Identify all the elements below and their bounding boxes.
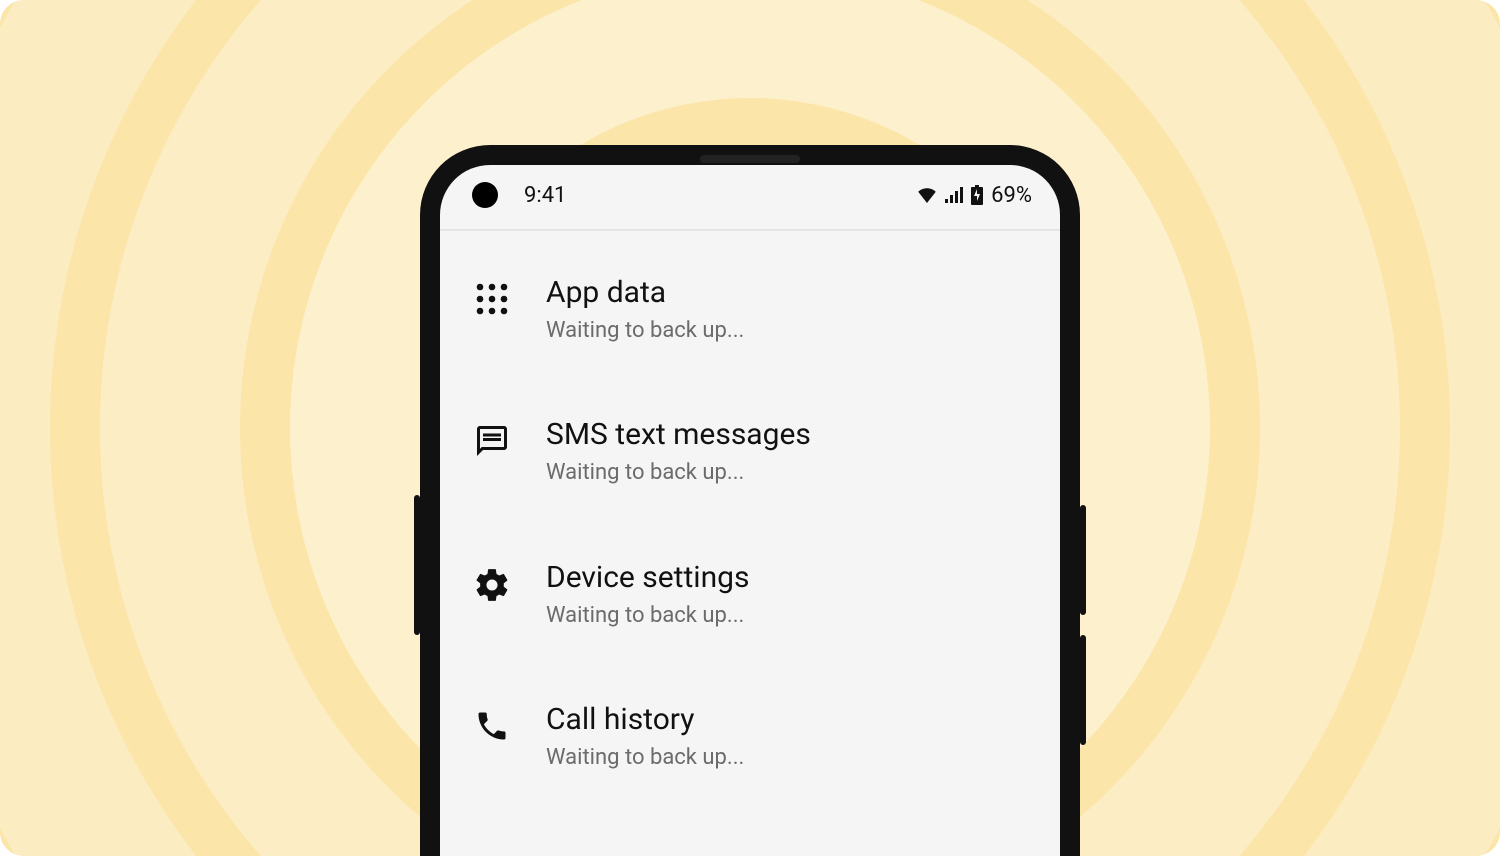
phone-speaker: [700, 155, 800, 163]
battery-percent: 69%: [991, 183, 1032, 208]
phone-mockup: 9:41 69%: [420, 145, 1080, 856]
item-subtitle: Waiting to back up...: [546, 459, 1032, 488]
item-subtitle: Waiting to back up...: [546, 317, 1032, 346]
phone-body: 9:41 69%: [420, 145, 1080, 856]
phone-side-button: [1080, 505, 1086, 615]
hero-canvas: 9:41 69%: [0, 0, 1500, 856]
gear-icon: [468, 560, 516, 604]
phone-side-button: [1080, 635, 1086, 745]
status-clock: 9:41: [524, 183, 566, 208]
list-item-sms[interactable]: SMS text messages Waiting to back up...: [450, 393, 1050, 512]
item-title: SMS text messages: [546, 417, 1032, 453]
front-camera: [472, 182, 498, 208]
status-right: 69%: [917, 183, 1032, 208]
wifi-icon: [917, 187, 937, 203]
list-item-call-history[interactable]: Call history Waiting to back up...: [450, 678, 1050, 797]
message-icon: [468, 417, 516, 459]
item-subtitle: Waiting to back up...: [546, 744, 1032, 773]
list-item-device-settings[interactable]: Device settings Waiting to back up...: [450, 536, 1050, 655]
list-item-app-data[interactable]: App data Waiting to back up...: [450, 251, 1050, 370]
item-title: Device settings: [546, 560, 1032, 596]
status-bar: 9:41 69%: [440, 165, 1060, 225]
item-title: Call history: [546, 702, 1032, 738]
signal-icon: [945, 187, 963, 203]
phone-icon: [468, 702, 516, 744]
battery-icon: [971, 185, 983, 205]
item-subtitle: Waiting to back up...: [546, 602, 1032, 631]
backup-list: App data Waiting to back up... SMS text …: [440, 231, 1060, 797]
item-title: App data: [546, 275, 1032, 311]
phone-screen: 9:41 69%: [440, 165, 1060, 856]
apps-grid-icon: [468, 275, 516, 317]
